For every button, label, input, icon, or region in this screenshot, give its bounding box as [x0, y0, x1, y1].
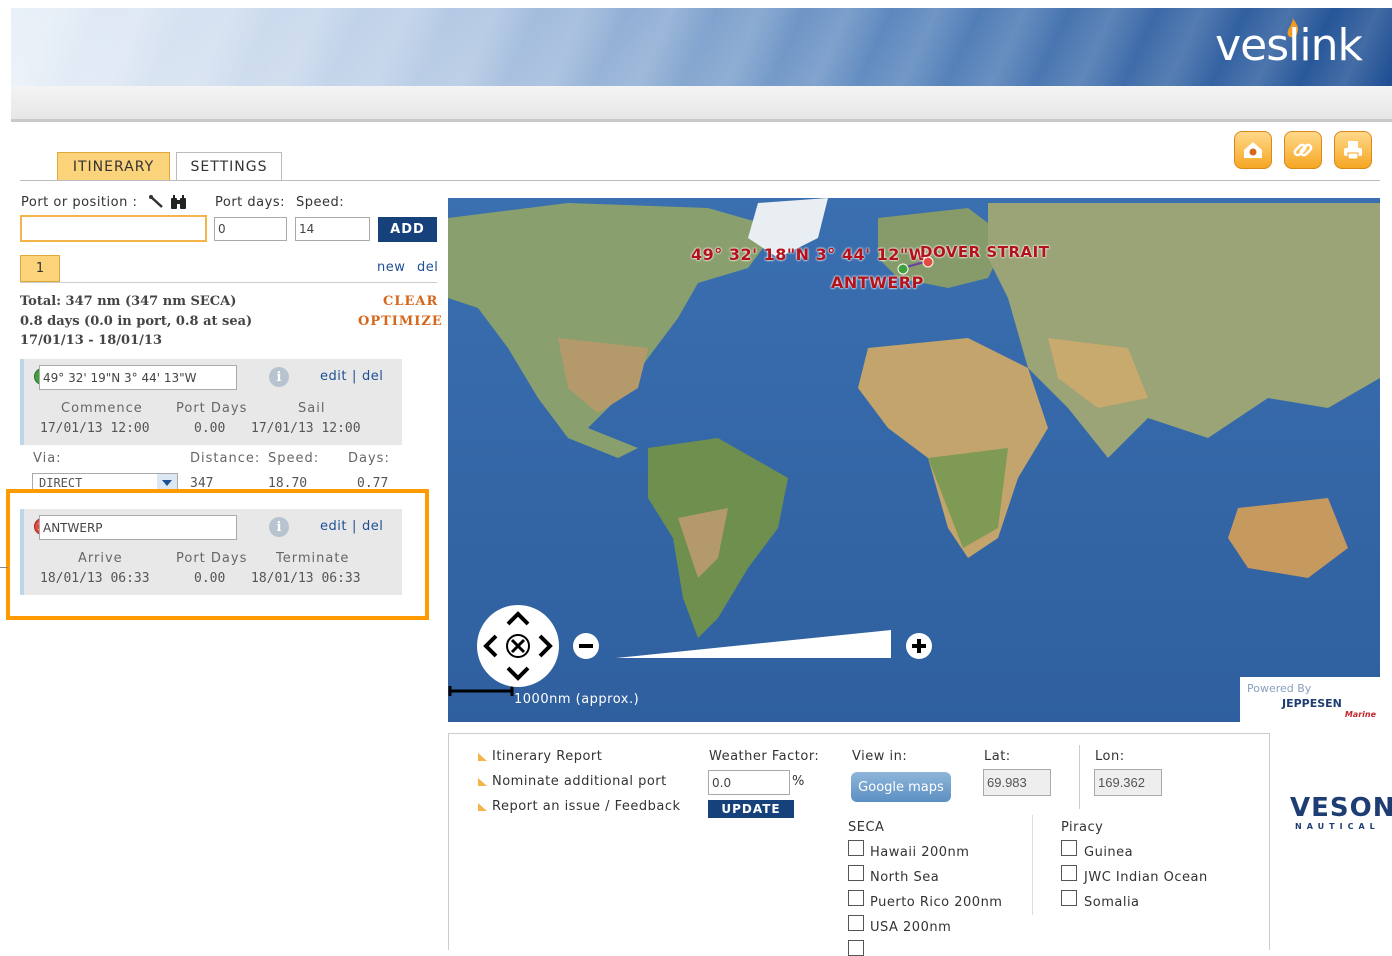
highlight-pointer [0, 567, 8, 568]
separator: | [352, 369, 357, 384]
piracy-jwc-checkbox[interactable] [1061, 865, 1077, 881]
link-icon[interactable] [1284, 131, 1322, 169]
weather-factor-label: Weather Factor: [709, 749, 820, 764]
divider [1032, 815, 1033, 915]
clear-link[interactable]: CLEAR [383, 294, 438, 309]
seca-puerto-rico-label: Puerto Rico 200nm [870, 895, 1003, 910]
seca-usa-checkbox[interactable] [848, 915, 864, 931]
seca-label: SECA [848, 820, 885, 835]
tab-itinerary[interactable]: ITINERARY [57, 152, 170, 180]
commence-value: 17/01/13 12:00 [40, 421, 150, 436]
optimize-link[interactable]: OPTIMIZE [358, 314, 443, 329]
lon-label: Lon: [1095, 749, 1125, 764]
lat-field[interactable] [983, 769, 1051, 796]
route-days: 0.8 days (0.0 in port, 0.8 at sea) [20, 314, 253, 329]
seca-usa-label: USA 200nm [870, 920, 952, 935]
leg-speed-label: Speed: [268, 451, 320, 466]
port-days-header: Port Days [176, 401, 248, 416]
route-tab-1[interactable]: 1 [20, 255, 60, 282]
speed-label: Speed: [296, 195, 345, 210]
seca-hawaii-checkbox[interactable] [848, 840, 864, 856]
piracy-guinea-label: Guinea [1084, 845, 1134, 860]
piracy-somalia-label: Somalia [1084, 895, 1140, 910]
seca-hawaii-label: Hawaii 200nm [870, 845, 970, 860]
pick-position-icon[interactable] [148, 194, 166, 210]
delete-stop-link[interactable]: del [362, 369, 383, 384]
tab-settings[interactable]: SETTINGS [176, 152, 282, 180]
port-days-label: Port days: [215, 195, 285, 210]
port-label: Port or position : [21, 195, 138, 210]
leg-days-label: Days: [348, 451, 390, 466]
seca-north-sea-label: North Sea [870, 870, 940, 885]
speed-input[interactable] [295, 217, 370, 241]
app-logo[interactable]: veslink [1215, 20, 1363, 71]
report-issue-link[interactable]: Report an issue / Feedback [478, 799, 681, 814]
highlight-frame [6, 489, 429, 620]
piracy-label: Piracy [1061, 820, 1104, 835]
lat-label: Lat: [984, 749, 1011, 764]
veson-logo-sub: NAUTICAL [1295, 822, 1380, 831]
seca-more-checkbox[interactable] [848, 940, 864, 956]
add-button[interactable]: ADD [378, 217, 437, 242]
itinerary-report-link[interactable]: Itinerary Report [478, 749, 602, 764]
tab-divider [20, 180, 1380, 181]
binoculars-icon[interactable] [170, 194, 188, 210]
port-days-input[interactable] [214, 217, 287, 241]
route-total: Total: 347 nm (347 nm SECA) [20, 294, 237, 309]
stop-position-field[interactable] [39, 365, 237, 390]
print-icon[interactable] [1334, 131, 1372, 169]
provider-sub: Marine [1344, 710, 1376, 719]
powered-by-label: Powered By [1247, 682, 1312, 695]
weather-factor-input[interactable] [708, 770, 790, 795]
map-scale-label: 1000nm (approx.) [514, 692, 640, 707]
sail-value: 17/01/13 12:00 [251, 421, 361, 436]
delete-route-link[interactable]: del [417, 260, 438, 275]
commence-header: Commence [61, 401, 143, 416]
route-divider [20, 282, 437, 283]
header-decoration [11, 8, 1392, 86]
edit-stop-link[interactable]: edit [320, 369, 347, 384]
map-label-strait: DOVER STRAIT [920, 243, 1050, 261]
view-in-label: View in: [852, 749, 908, 764]
piracy-guinea-checkbox[interactable] [1061, 840, 1077, 856]
divider [1079, 745, 1080, 809]
via-label: Via: [33, 451, 62, 466]
seca-north-sea-checkbox[interactable] [848, 865, 864, 881]
map-label-position: 49° 32' 18"N 3° 44' 12"W [691, 245, 927, 264]
map-attribution: Powered By JEPPESEN Marine [1240, 677, 1380, 722]
provider-name: JEPPESEN [1282, 697, 1342, 710]
zoom-out-button[interactable] [573, 633, 599, 659]
toolbar-strip [11, 86, 1392, 122]
distance-label: Distance: [190, 451, 261, 466]
provider-logo: JEPPESEN [1282, 697, 1342, 710]
map-label-port: ANTWERP [831, 273, 924, 292]
route-dates: 17/01/13 - 18/01/13 [20, 333, 162, 348]
veson-logo: VESON [1290, 793, 1392, 823]
new-route-link[interactable]: new [377, 260, 405, 275]
via-value: DIRECT [39, 476, 83, 490]
nominate-port-link[interactable]: Nominate additional port [478, 774, 667, 789]
sail-header: Sail [298, 401, 326, 416]
home-map-icon[interactable] [1234, 131, 1272, 169]
google-maps-button[interactable]: Google maps [851, 772, 951, 802]
port-days-value: 0.00 [194, 421, 226, 436]
percent-label: % [792, 774, 805, 789]
info-icon[interactable]: i [269, 367, 289, 387]
seca-puerto-rico-checkbox[interactable] [848, 890, 864, 906]
update-button[interactable]: UPDATE [708, 800, 794, 818]
piracy-somalia-checkbox[interactable] [1061, 890, 1077, 906]
map-pan-control[interactable] [477, 605, 559, 687]
lon-field[interactable] [1094, 769, 1162, 796]
piracy-jwc-label: JWC Indian Ocean [1084, 870, 1208, 885]
zoom-in-button[interactable] [906, 633, 932, 659]
port-position-input[interactable] [20, 215, 207, 242]
